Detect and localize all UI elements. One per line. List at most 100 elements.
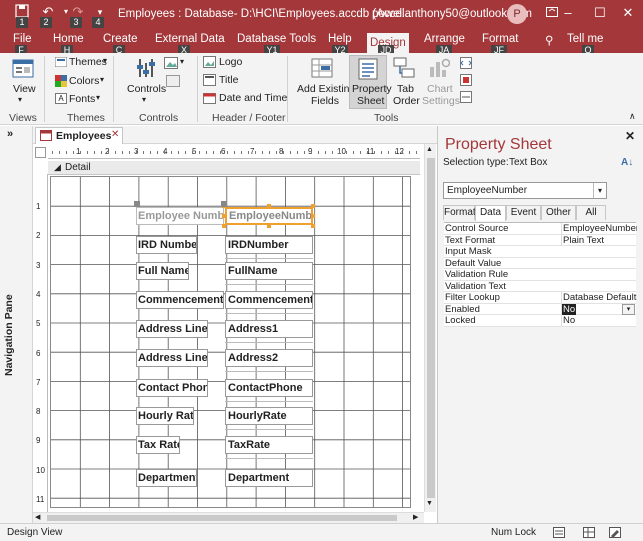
field-textbox[interactable]: CommencementD	[225, 291, 313, 309]
field-label[interactable]: Address Line 1	[136, 320, 208, 338]
field-textbox[interactable]: EmployeeNumber	[225, 207, 313, 225]
close-tab-icon[interactable]: ✕	[111, 129, 119, 140]
view-icon[interactable]	[11, 57, 35, 84]
field-label[interactable]: Commencement D	[136, 291, 224, 309]
field-label[interactable]: Hourly Rate	[136, 407, 194, 425]
themes-dropdown-icon[interactable]: ▾	[103, 56, 107, 65]
horizontal-scrollbar[interactable]: ◀ ▶	[33, 512, 424, 523]
tab-format[interactable]: Format	[482, 33, 518, 45]
property-value[interactable]: Plain Text	[561, 234, 637, 246]
field-label[interactable]: Address Line 2	[136, 349, 208, 367]
property-value[interactable]: Database Default	[561, 292, 637, 303]
prop-tab-event[interactable]: Event	[506, 205, 541, 220]
field-textbox[interactable]: Address1	[225, 320, 313, 338]
scroll-up-icon[interactable]: ▲	[426, 146, 433, 153]
prop-tab-data[interactable]: Data	[475, 205, 506, 221]
colors-dropdown-icon[interactable]: ▾	[100, 75, 104, 84]
controls-dropdown-icon[interactable]: ▾	[142, 95, 146, 104]
selection-handle[interactable]	[267, 204, 271, 208]
property-row[interactable]: Enabled No ▾	[444, 303, 637, 315]
avatar[interactable]: P	[507, 4, 527, 24]
tab-arrange[interactable]: Arrange	[424, 33, 465, 45]
field-label[interactable]: Tax Rate	[136, 436, 180, 454]
chevron-down-icon[interactable]: ▾	[593, 183, 606, 198]
tab-file[interactable]: File	[13, 33, 32, 45]
scroll-down-icon[interactable]: ▼	[426, 500, 433, 507]
selection-handle[interactable]	[311, 224, 315, 228]
property-sheet-icon[interactable]	[358, 58, 378, 83]
tab-order-button-line2[interactable]: Order	[393, 95, 420, 107]
tab-create[interactable]: Create	[103, 33, 138, 45]
scroll-left-icon[interactable]: ◀	[35, 513, 40, 521]
property-row[interactable]: Control Source EmployeeNumber	[444, 223, 637, 235]
view-dropdown-icon[interactable]: ▾	[18, 95, 22, 104]
field-textbox[interactable]: Department	[225, 469, 313, 487]
expand-nav-icon[interactable]: »	[7, 128, 13, 140]
field-textbox[interactable]: Address2	[225, 349, 313, 367]
property-value[interactable]: No ▾	[561, 303, 637, 315]
selection-handle[interactable]	[222, 214, 226, 218]
field-label[interactable]: Full Name	[136, 262, 189, 280]
layout-view-icon[interactable]	[583, 527, 595, 541]
property-sheet-button-line2[interactable]: Sheet	[357, 95, 384, 107]
move-handle[interactable]	[221, 201, 227, 207]
property-row[interactable]: Filter Lookup Database Default	[444, 292, 636, 304]
property-row[interactable]: Validation Text	[444, 281, 636, 292]
form-view-icon[interactable]	[553, 527, 565, 541]
field-label[interactable]: Employee Number	[136, 207, 224, 225]
tab-order-button[interactable]: Tab	[397, 83, 414, 95]
view-button[interactable]: View	[13, 83, 36, 95]
property-row[interactable]: Text Format Plain Text	[444, 234, 637, 246]
document-tab-employees[interactable]: Employees ✕	[35, 127, 123, 144]
close-icon[interactable]: ✕	[612, 0, 643, 26]
controls-icon[interactable]	[136, 57, 158, 84]
property-row[interactable]: Locked No	[444, 315, 636, 327]
property-value[interactable]: No	[561, 315, 637, 326]
insert-image-icon[interactable]	[164, 57, 178, 72]
prop-tab-all[interactable]: All	[576, 205, 606, 220]
vertical-scroll-thumb[interactable]	[427, 158, 435, 498]
property-value[interactable]: EmployeeNumber	[561, 223, 637, 234]
tab-order-icon[interactable]	[393, 57, 415, 82]
detail-section-bar[interactable]: ◢ Detail	[48, 161, 420, 175]
field-label[interactable]: Department	[136, 469, 197, 487]
colors-button[interactable]: Colors	[69, 75, 99, 87]
tab-help[interactable]: Help	[328, 33, 352, 45]
tab-external-data[interactable]: External Data	[155, 33, 225, 45]
horizontal-scroll-thumb[interactable]	[47, 515, 397, 521]
field-textbox[interactable]: HourlyRate	[225, 407, 313, 425]
tell-me-box[interactable]: Tell me	[567, 33, 603, 45]
add-existing-fields-button-line2[interactable]: Fields	[311, 95, 339, 107]
controls-button[interactable]: Controls	[127, 83, 166, 95]
title-button[interactable]: Title	[219, 74, 238, 86]
date-time-button[interactable]: Date and Time	[219, 92, 287, 104]
selection-handle[interactable]	[222, 224, 226, 228]
move-handle[interactable]	[134, 201, 140, 207]
subform-icon[interactable]	[460, 74, 472, 89]
convert-macros-icon[interactable]	[460, 91, 472, 106]
insert-image-dropdown-icon[interactable]: ▾	[180, 57, 184, 66]
property-sheet-button[interactable]: Property	[352, 83, 392, 95]
add-existing-fields-icon[interactable]	[310, 57, 334, 82]
add-existing-fields-button[interactable]: Add Existing	[297, 83, 355, 95]
prop-tab-other[interactable]: Other	[541, 205, 576, 220]
selection-handle[interactable]	[311, 214, 315, 218]
field-textbox[interactable]: ContactPhone	[225, 379, 313, 397]
property-row[interactable]: Input Mask	[444, 246, 636, 258]
tab-database-tools[interactable]: Database Tools	[237, 33, 316, 45]
sort-icon[interactable]: A↓	[621, 157, 633, 168]
property-row[interactable]: Validation Rule	[444, 269, 636, 281]
field-textbox[interactable]: IRDNumber	[225, 236, 313, 254]
scroll-right-icon[interactable]: ▶	[413, 513, 418, 521]
fonts-dropdown-icon[interactable]: ▾	[96, 93, 100, 102]
controls-more-icon[interactable]	[166, 75, 180, 90]
chevron-down-icon[interactable]: ▾	[622, 303, 635, 315]
property-row[interactable]: Default Value	[444, 258, 636, 269]
vertical-scrollbar[interactable]: ▲ ▼	[424, 144, 436, 512]
selection-handle[interactable]	[311, 204, 315, 208]
fonts-button[interactable]: Fonts	[69, 93, 95, 105]
design-view-icon[interactable]	[609, 527, 621, 541]
view-code-icon[interactable]	[460, 57, 472, 72]
control-selector-dropdown[interactable]: EmployeeNumber ▾	[443, 182, 607, 199]
close-pane-icon[interactable]: ✕	[625, 129, 635, 143]
